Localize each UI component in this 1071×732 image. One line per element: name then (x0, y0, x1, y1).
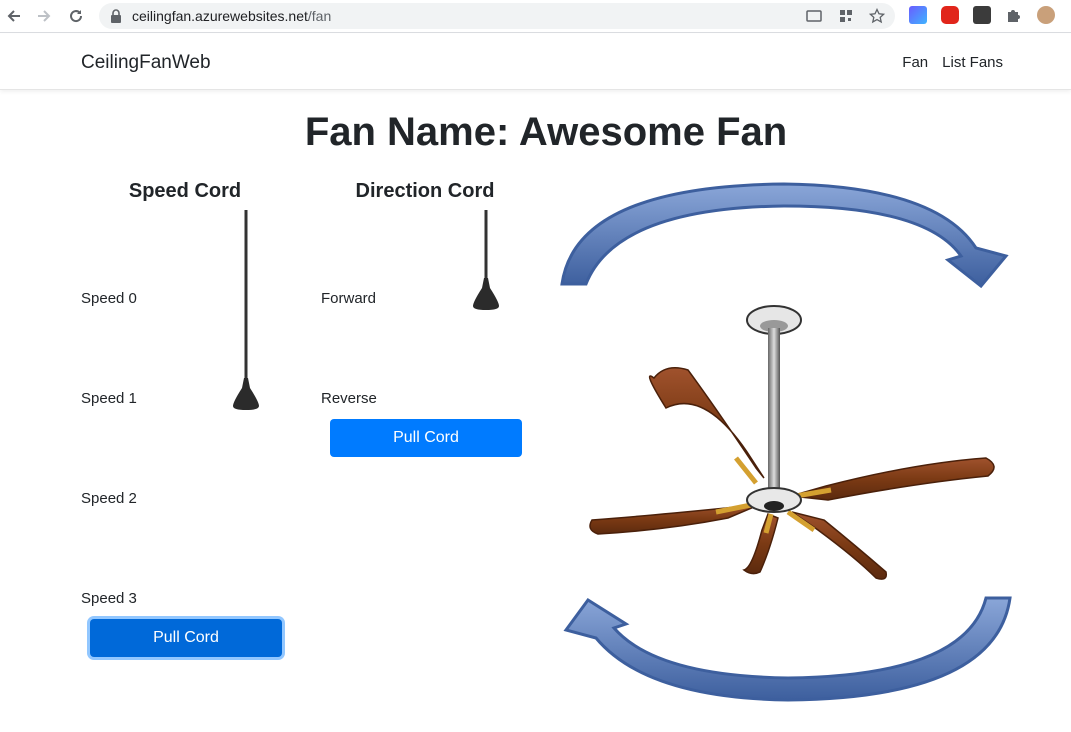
direction-option-label: Forward (321, 290, 377, 307)
nav-link-fan[interactable]: Fan (902, 54, 928, 71)
qr-icon[interactable] (838, 8, 854, 24)
speed-level-label: Speed 3 (81, 590, 137, 607)
direction-pull-cord-button[interactable]: Pull Cord (330, 419, 522, 457)
forward-icon[interactable] (33, 5, 55, 27)
page-title: Fan Name: Awesome Fan (304, 110, 788, 154)
direction-pull-cord[interactable] (469, 210, 503, 314)
back-icon[interactable] (3, 5, 25, 27)
extension-icon[interactable] (909, 6, 927, 24)
star-icon[interactable] (869, 8, 885, 24)
rotation-arrow-top (560, 182, 1009, 289)
address-bar[interactable]: ceilingfan.azurewebsites.net/fan (99, 3, 895, 29)
brand-link[interactable]: CeilingFanWeb (81, 52, 211, 74)
extension-icon[interactable] (1005, 6, 1023, 24)
browser-toolbar: ceilingfan.azurewebsites.net/fan (0, 0, 1071, 33)
direction-cord-heading: Direction Cord (355, 180, 495, 202)
fan-blades (589, 367, 995, 580)
extension-icon[interactable] (941, 6, 959, 24)
extension-icon[interactable] (973, 6, 991, 24)
direction-option-label: Reverse (321, 390, 377, 407)
speed-level-label: Speed 0 (81, 290, 137, 307)
reload-icon[interactable] (65, 5, 87, 27)
lock-icon (111, 9, 121, 23)
speed-cord-heading: Speed Cord (128, 180, 242, 202)
cast-icon[interactable] (806, 8, 822, 24)
profile-icon[interactable] (1037, 6, 1055, 24)
ceiling-fan-illustration (560, 182, 1012, 702)
nav-link-list-fans[interactable]: List Fans (942, 54, 1003, 71)
rotation-arrow-bottom (563, 596, 1012, 702)
site-navbar: CeilingFanWeb Fan List Fans (0, 34, 1071, 90)
speed-pull-cord-button[interactable]: Pull Cord (90, 619, 282, 657)
nav-links: Fan List Fans (902, 54, 1003, 71)
url-text: ceilingfan.azurewebsites.net/fan (132, 8, 332, 24)
speed-level-label: Speed 2 (81, 490, 137, 507)
speed-pull-cord[interactable] (228, 210, 262, 414)
speed-level-label: Speed 1 (81, 390, 137, 407)
